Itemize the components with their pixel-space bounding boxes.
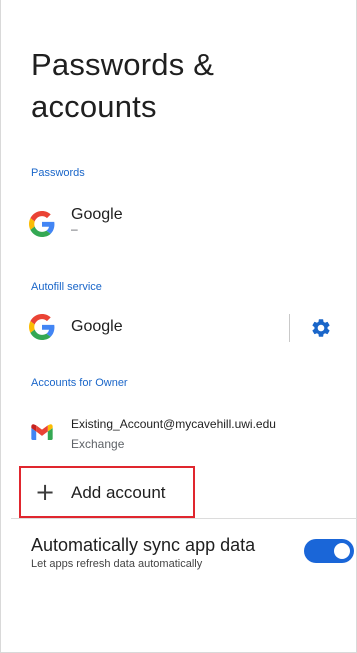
account-email: Existing_Account@mycavehill.uwi.edu: [71, 417, 276, 431]
autofill-section-header: Autofill service: [31, 281, 102, 293]
auto-sync-toggle[interactable]: [304, 539, 354, 563]
passwords-section-header: Passwords: [31, 167, 85, 179]
sync-title: Automatically sync app data: [31, 535, 256, 555]
google-g-icon: [29, 211, 55, 237]
page-title: Passwords & accounts: [31, 47, 215, 124]
section-divider: [11, 518, 357, 519]
gmail-icon: [31, 424, 53, 440]
account-type: Exchange: [71, 437, 125, 451]
autofill-provider-name: Google: [71, 318, 123, 335]
password-provider-name: Google: [71, 206, 123, 223]
accounts-section-header: Accounts for Owner: [31, 377, 128, 389]
add-account-button[interactable]: + Add account: [19, 466, 195, 518]
google-g-icon: [29, 314, 55, 340]
autofill-divider: [289, 314, 290, 342]
gear-icon[interactable]: [310, 317, 332, 339]
plus-icon: +: [35, 478, 56, 506]
passwords-accounts-screen: Passwords & accounts Passwords Google – …: [0, 0, 357, 653]
toggle-knob: [334, 543, 350, 559]
password-provider-summary: –: [71, 222, 78, 236]
sync-summary: Let apps refresh data automatically: [31, 558, 203, 570]
add-account-label: Add account: [71, 483, 166, 502]
